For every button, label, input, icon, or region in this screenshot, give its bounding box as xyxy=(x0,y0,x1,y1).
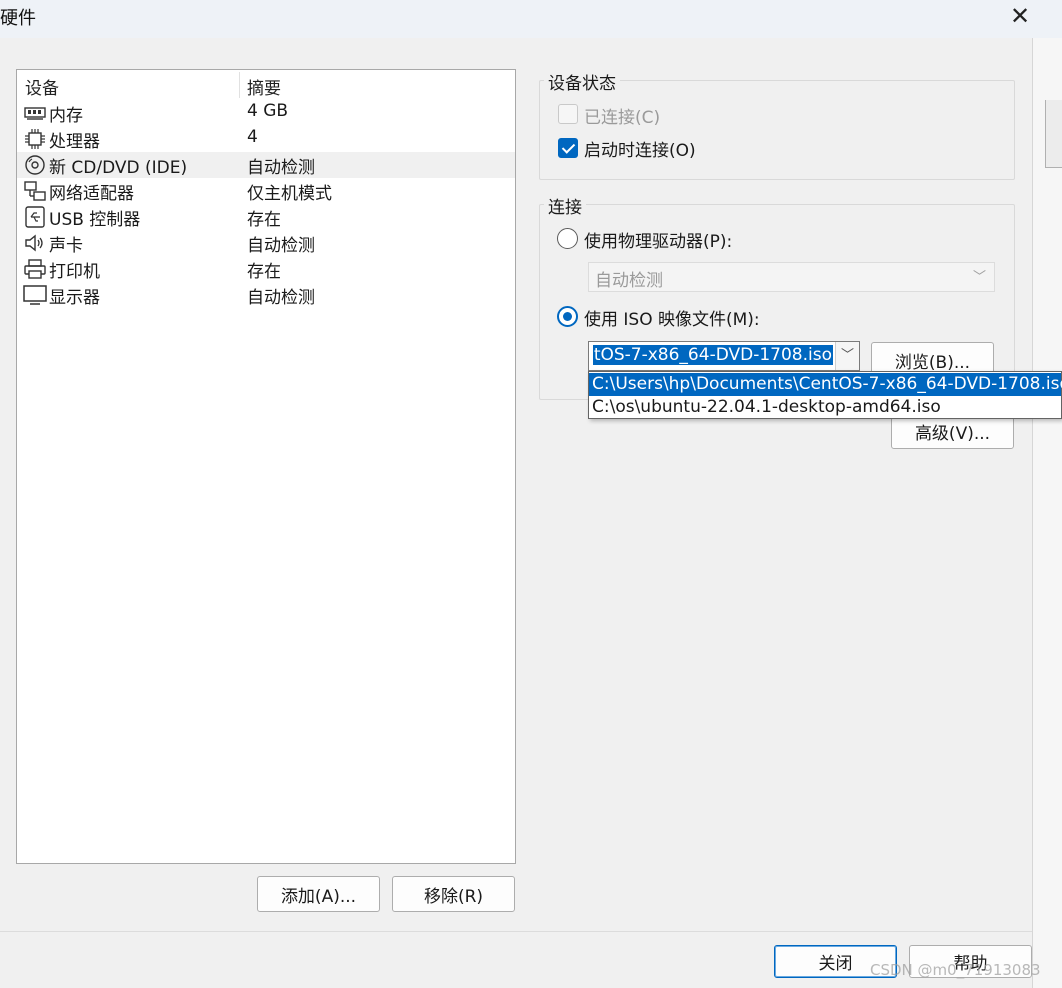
memory-icon xyxy=(24,107,46,120)
device-name: 网络适配器 xyxy=(49,184,134,204)
physical-drive-label: 使用物理驱动器(P): xyxy=(584,232,733,252)
physical-drive-select-value: 自动检测 xyxy=(595,271,663,291)
device-summary: 仅主机模式 xyxy=(247,184,332,204)
device-name: 显示器 xyxy=(49,288,100,308)
iso-file-label: 使用 ISO 映像文件(M): xyxy=(584,310,760,330)
device-summary: 自动检测 xyxy=(247,158,315,178)
window-title: 硬件 xyxy=(0,8,36,29)
physical-drive-select[interactable]: 自动检测 ﹀ xyxy=(588,262,995,292)
device-name: 新 CD/DVD (IDE) xyxy=(49,158,188,178)
list-item-processor[interactable]: 处理器 4 xyxy=(17,126,515,152)
connection-legend: 连接 xyxy=(544,193,586,218)
iso-option-centos[interactable]: C:\Users\hp\Documents\CentOS-7-x86_64-DV… xyxy=(589,373,1062,396)
device-name: 打印机 xyxy=(49,262,100,282)
device-status-legend: 设备状态 xyxy=(544,69,620,94)
connected-label: 已连接(C) xyxy=(584,108,661,128)
device-name: 处理器 xyxy=(49,132,100,152)
display-icon xyxy=(23,285,47,305)
device-summary: 4 xyxy=(247,127,258,147)
usb-controller-icon xyxy=(25,206,45,228)
list-item-memory[interactable]: 内存 4 GB xyxy=(17,100,515,126)
list-item-printer[interactable]: 打印机 存在 xyxy=(17,256,515,282)
cd-dvd-icon xyxy=(25,155,45,175)
list-item-sound-card[interactable]: 声卡 自动检测 xyxy=(17,230,515,256)
iso-file-radio[interactable] xyxy=(557,306,578,327)
title-bar xyxy=(0,0,1062,38)
iso-path-combobox[interactable]: ntOS-7-x86_64-DVD-1708.iso ﹀ xyxy=(588,341,860,371)
device-summary: 自动检测 xyxy=(247,288,315,308)
device-summary: 4 GB xyxy=(247,101,289,121)
device-summary: 存在 xyxy=(247,262,281,282)
printer-icon xyxy=(24,259,46,279)
sound-card-icon xyxy=(25,234,43,252)
column-separator[interactable] xyxy=(239,72,240,98)
network-adapter-icon xyxy=(24,181,46,201)
iso-path-input[interactable]: ntOS-7-x86_64-DVD-1708.iso xyxy=(593,345,833,367)
close-icon[interactable]: ✕ xyxy=(1008,2,1032,30)
add-button[interactable]: 添加(A)... xyxy=(257,876,380,912)
column-header-summary[interactable]: 摘要 xyxy=(247,74,281,99)
device-name: USB 控制器 xyxy=(49,210,141,230)
iso-path-dropdown[interactable]: C:\Users\hp\Documents\CentOS-7-x86_64-DV… xyxy=(588,371,1062,419)
column-header-device[interactable]: 设备 xyxy=(25,74,59,99)
connect-at-power-on-checkbox[interactable] xyxy=(558,138,578,158)
device-summary: 自动检测 xyxy=(247,236,315,256)
connect-at-power-on-label: 启动时连接(O) xyxy=(584,141,696,161)
device-list[interactable]: 设备 摘要 内存 4 GB 处理器 4 新 CD/DVD (IDE) 自动检测 … xyxy=(16,69,516,864)
background-window-edge xyxy=(1032,38,1062,988)
list-item-network-adapter[interactable]: 网络适配器 仅主机模式 xyxy=(17,178,515,204)
device-name: 声卡 xyxy=(49,236,83,256)
chevron-down-icon[interactable]: ﹀ xyxy=(835,342,859,370)
device-status-group xyxy=(539,80,1015,180)
iso-option-ubuntu[interactable]: C:\os\ubuntu-22.04.1-desktop-amd64.iso xyxy=(589,396,1061,419)
iso-path-selected-text: ntOS-7-x86_64-DVD-1708.iso xyxy=(593,345,833,365)
advanced-button[interactable]: 高级(V)... xyxy=(891,414,1014,449)
device-summary: 存在 xyxy=(247,210,281,230)
device-list-header: 设备 摘要 xyxy=(17,70,515,100)
list-item-usb-controller[interactable]: USB 控制器 存在 xyxy=(17,204,515,230)
watermark: CSDN @m0_71913083 xyxy=(870,961,1041,979)
device-name: 内存 xyxy=(49,106,83,126)
connected-checkbox[interactable] xyxy=(558,104,578,124)
remove-button[interactable]: 移除(R) xyxy=(392,876,515,912)
physical-drive-radio[interactable] xyxy=(557,228,578,249)
chevron-down-icon: ﹀ xyxy=(972,270,986,285)
processor-icon xyxy=(25,129,45,149)
footer-divider xyxy=(0,931,1032,932)
list-item-cd-dvd[interactable]: 新 CD/DVD (IDE) 自动检测 xyxy=(17,152,515,178)
list-item-display[interactable]: 显示器 自动检测 xyxy=(17,282,515,308)
